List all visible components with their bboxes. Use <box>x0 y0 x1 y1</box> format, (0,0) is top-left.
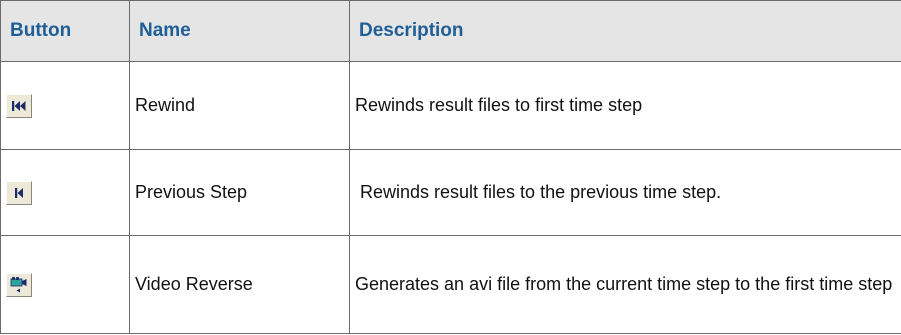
header-name: Name <box>129 0 350 62</box>
table-row: Previous Step Rewinds result files to th… <box>0 149 901 236</box>
button-cell <box>0 149 130 236</box>
row-description-text: Generates an avi file from the current t… <box>355 274 893 294</box>
header-description: Description <box>349 0 901 62</box>
row-description-text: Rewinds result files to first time step <box>355 95 643 115</box>
video-reverse-button[interactable] <box>6 272 32 297</box>
row-name: Video Reverse <box>129 235 350 334</box>
row-description: Rewinds result files to first time step <box>349 61 901 150</box>
previous-step-icon <box>15 187 23 198</box>
previous-step-button[interactable] <box>6 180 32 205</box>
table-header-row: Button Name Description <box>0 0 901 62</box>
video-reverse-icon <box>10 276 27 292</box>
table-row: Rewind Rewinds result files to first tim… <box>0 61 901 150</box>
header-button: Button <box>0 0 130 62</box>
row-name: Rewind <box>129 61 350 150</box>
rewind-button[interactable] <box>6 93 32 118</box>
row-description-text: Rewinds result files to the previous tim… <box>355 182 722 202</box>
row-name: Previous Step <box>129 149 350 236</box>
button-cell <box>0 235 130 334</box>
table-row: Video Reverse Generates an avi file from… <box>0 235 901 334</box>
button-reference-table: Button Name Description Rewind Rewinds r… <box>0 0 901 334</box>
row-description: Generates an avi file from the current t… <box>349 235 901 334</box>
row-description: Rewinds result files to the previous tim… <box>349 149 901 236</box>
rewind-icon <box>12 100 26 111</box>
button-cell <box>0 61 130 150</box>
